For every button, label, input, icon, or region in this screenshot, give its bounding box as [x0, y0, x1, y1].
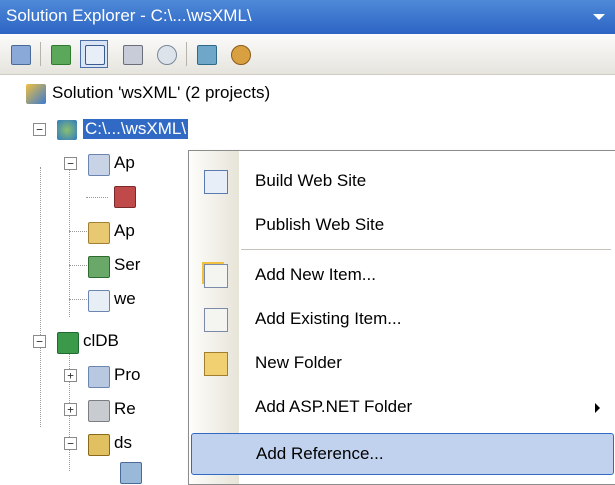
title-bar: Solution Explorer - C:\...\wsXML\	[0, 0, 615, 34]
nest-related-files-icon[interactable]	[152, 40, 180, 68]
menu-item-add-new-item[interactable]: Add New Item...	[189, 253, 615, 297]
menu-item-add-asp-net-folder[interactable]: Add ASP.NET Folder	[189, 385, 615, 429]
toolbar	[0, 34, 615, 75]
dataset-file-icon	[120, 462, 142, 484]
toolbar-separator	[40, 42, 41, 66]
config-file-icon	[88, 290, 110, 312]
tree-connector	[69, 265, 87, 266]
asp-net-config-icon[interactable]	[226, 40, 254, 68]
build-icon	[204, 170, 228, 194]
tree-connector	[69, 299, 87, 300]
menu-item-build-web-site[interactable]: Build Web Site	[189, 159, 615, 203]
properties-folder-icon	[88, 366, 110, 388]
window-dropdown-icon[interactable]	[593, 14, 605, 20]
context-menu: Build Web Site Publish Web Site Add New …	[188, 150, 615, 485]
service-file-icon	[88, 256, 110, 278]
collapse-icon[interactable]: −	[64, 157, 77, 170]
window-title: Solution Explorer - C:\...\wsXML\	[6, 6, 252, 25]
tree-connector	[40, 167, 41, 427]
collapse-icon[interactable]: −	[33, 335, 46, 348]
add-existing-item-icon	[204, 308, 228, 332]
view-code-icon[interactable]	[118, 40, 146, 68]
collapse-icon[interactable]: −	[64, 437, 77, 450]
folder-icon	[88, 222, 110, 244]
csharp-project-icon	[57, 332, 79, 354]
expand-icon[interactable]: +	[64, 403, 77, 416]
collapse-icon[interactable]: −	[33, 123, 46, 136]
menu-item-add-reference[interactable]: Add Reference...	[191, 433, 614, 475]
add-new-item-icon	[204, 264, 228, 288]
show-all-files-icon[interactable]	[80, 40, 108, 68]
dataset-icon	[88, 434, 110, 456]
references-icon	[88, 400, 110, 422]
tree-connector	[69, 231, 87, 232]
website-icon	[57, 120, 77, 140]
menu-item-new-folder[interactable]: New Folder	[189, 341, 615, 385]
menu-separator	[241, 249, 611, 250]
refresh-icon[interactable]	[46, 40, 74, 68]
tree-connector	[86, 197, 108, 198]
menu-item-add-existing-item[interactable]: Add Existing Item...	[189, 297, 615, 341]
folder-icon	[204, 352, 228, 376]
submenu-arrow-icon	[595, 403, 600, 413]
folder-icon	[88, 154, 110, 176]
copy-website-icon[interactable]	[192, 40, 220, 68]
toolbar-separator	[186, 42, 187, 66]
expand-icon[interactable]: +	[64, 369, 77, 382]
class-file-icon	[114, 186, 136, 208]
tree-connector	[69, 167, 70, 317]
properties-icon[interactable]	[6, 40, 34, 68]
solution-icon	[26, 84, 46, 104]
menu-item-publish-web-site[interactable]: Publish Web Site	[189, 203, 615, 247]
